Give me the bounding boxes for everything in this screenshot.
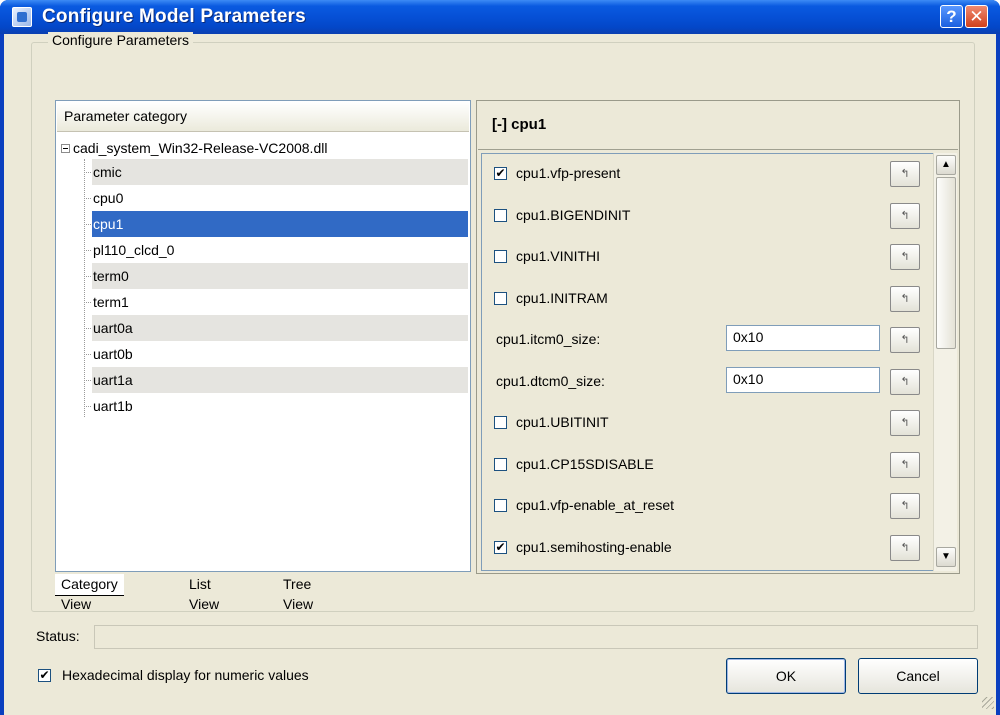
parameter-row: cpu1.VINITHI ↰ <box>482 237 933 277</box>
reset-default-icon[interactable]: ↰ <box>890 161 920 187</box>
tree-item-label: uart0a <box>93 320 133 336</box>
cancel-button[interactable]: Cancel <box>858 658 978 694</box>
tree-connector <box>84 302 91 303</box>
collapse-icon[interactable] <box>61 144 70 153</box>
parameter-row: cpu1.itcm0_size: 0x10 ↰ <box>482 320 933 360</box>
parameter-checkbox[interactable] <box>494 499 507 512</box>
tab-category-view[interactable]: Category View <box>55 574 124 612</box>
tree-connector <box>84 354 91 355</box>
tree-item[interactable]: term0 <box>84 263 468 289</box>
tree-item-label: cmic <box>93 164 122 180</box>
tree-item-label: uart0b <box>93 346 133 362</box>
group-title: Configure Parameters <box>48 32 193 48</box>
category-column-header[interactable]: Parameter category <box>57 102 469 132</box>
parameter-label[interactable]: cpu1.BIGENDINIT <box>516 207 630 223</box>
tree-connector <box>84 406 91 407</box>
tree-item-label: term0 <box>93 268 129 284</box>
help-button[interactable]: ? <box>940 5 963 28</box>
ok-button[interactable]: OK <box>726 658 846 694</box>
tree-item[interactable]: uart0b <box>84 341 468 367</box>
tree-item[interactable]: uart0a <box>84 315 468 341</box>
app-icon <box>12 7 32 27</box>
parameter-label[interactable]: cpu1.INITRAM <box>516 290 608 306</box>
status-field <box>94 625 978 649</box>
tree-connector <box>84 328 91 329</box>
parameter-label: cpu1.dtcm0_size: <box>496 372 605 389</box>
reset-default-icon[interactable]: ↰ <box>890 410 920 436</box>
tree-item-label: cpu0 <box>93 190 124 206</box>
parameter-value-input[interactable]: 0x10 <box>726 325 880 351</box>
tree-item[interactable]: term1 <box>84 289 468 315</box>
tree-item[interactable]: cpu1 <box>84 211 468 237</box>
scroll-down-icon[interactable]: ▼ <box>936 547 956 567</box>
tree-item[interactable]: uart1a <box>84 367 468 393</box>
reset-default-icon[interactable]: ↰ <box>890 534 920 561</box>
tab-tree-view[interactable]: Tree View <box>277 574 320 612</box>
parameter-row: cpu1.BIGENDINIT ↰ <box>482 196 933 236</box>
resize-grip-icon[interactable] <box>982 697 994 709</box>
parameter-checkbox[interactable] <box>494 457 507 471</box>
tree-item-label: pl110_clcd_0 <box>93 242 175 258</box>
parameter-checkbox[interactable] <box>494 291 507 305</box>
parameter-list: ✔ cpu1.vfp-present ↰ cpu1.BIGENDINIT ↰ cpu1.V… <box>481 153 933 571</box>
reset-default-icon[interactable]: ↰ <box>890 451 920 478</box>
tree-connector <box>84 224 91 225</box>
parameter-label: cpu1.itcm0_size: <box>496 331 601 347</box>
reset-default-icon[interactable]: ↰ <box>890 327 920 353</box>
window-title: Configure Model Parameters <box>42 6 306 27</box>
reset-default-icon[interactable]: ↰ <box>890 368 920 395</box>
parameter-row: cpu1.INITRAM ↰ <box>482 279 933 319</box>
tree-item-label: uart1a <box>93 372 133 388</box>
tab-list-view[interactable]: List View <box>183 574 226 612</box>
category-tree-panel[interactable]: Parameter category cadi_system_Win32-Rel… <box>55 100 471 572</box>
parameter-row: cpu1.vfp-enable_at_reset ↰ <box>482 486 933 526</box>
title-bar[interactable]: Configure Model Parameters ? ✕ <box>0 0 1000 34</box>
reset-default-icon[interactable]: ↰ <box>890 285 920 312</box>
reset-default-icon[interactable]: ↰ <box>890 244 920 270</box>
parameter-row: cpu1.UBITINIT ↰ <box>482 403 933 443</box>
tree-connector <box>84 198 91 199</box>
tree-item[interactable]: cmic <box>84 159 468 185</box>
tree-item-label: uart1b <box>93 398 133 414</box>
parameter-checkbox[interactable] <box>494 250 507 263</box>
tree-connector <box>84 276 91 277</box>
parameter-row: ✔ cpu1.semihosting-enable ↰ <box>482 528 933 568</box>
parameter-label[interactable]: cpu1.VINITHI <box>516 248 600 264</box>
parameter-label[interactable]: cpu1.UBITINIT <box>516 414 609 430</box>
parameter-row: cpu1.dtcm0_size: 0x10 ↰ <box>482 362 933 402</box>
tree-root[interactable]: cadi_system_Win32-Release-VC2008.dll <box>61 137 327 159</box>
tree-connector <box>84 172 91 173</box>
parameter-value-input[interactable]: 0x10 <box>726 366 880 393</box>
parameter-row: cpu1.CP15SDISABLE ↰ <box>482 445 933 485</box>
tree-item-label: term1 <box>93 294 129 310</box>
parameter-row: ✔ cpu1.vfp-present ↰ <box>482 154 933 194</box>
tree-item[interactable]: pl110_clcd_0 <box>84 237 468 263</box>
parameter-checkbox[interactable] <box>494 416 507 429</box>
scroll-thumb[interactable] <box>936 177 956 349</box>
hex-display-checkbox[interactable]: ✔ <box>38 669 51 682</box>
close-button[interactable]: ✕ <box>965 5 988 28</box>
tree-item[interactable]: uart1b <box>84 393 468 419</box>
vertical-scrollbar[interactable]: ▲ ▼ <box>933 153 957 571</box>
parameter-label[interactable]: cpu1.vfp-present <box>516 165 620 181</box>
parameter-label[interactable]: cpu1.CP15SDISABLE <box>516 456 654 472</box>
parameters-panel: [-] cpu1 ✔ cpu1.vfp-present ↰ cpu1.BIGENDIN… <box>476 100 960 574</box>
status-label: Status: <box>36 628 80 644</box>
category-header[interactable]: [-] cpu1 <box>478 102 958 150</box>
reset-default-icon[interactable]: ↰ <box>890 493 920 519</box>
parameter-checkbox[interactable]: ✔ <box>494 540 507 554</box>
scroll-up-icon[interactable]: ▲ <box>936 155 956 175</box>
parameter-label[interactable]: cpu1.semihosting-enable <box>516 539 672 555</box>
tree-item-label: cpu1 <box>93 216 124 232</box>
tree-connector <box>84 250 91 251</box>
reset-default-icon[interactable]: ↰ <box>890 202 920 229</box>
tree-root-label: cadi_system_Win32-Release-VC2008.dll <box>73 140 328 156</box>
parameter-label[interactable]: cpu1.vfp-enable_at_reset <box>516 497 674 513</box>
hex-display-label[interactable]: Hexadecimal display for numeric values <box>62 667 309 683</box>
tree-item[interactable]: cpu0 <box>84 185 468 211</box>
parameter-checkbox[interactable]: ✔ <box>494 167 507 180</box>
parameter-checkbox[interactable] <box>494 208 507 222</box>
tree-connector <box>84 380 91 381</box>
